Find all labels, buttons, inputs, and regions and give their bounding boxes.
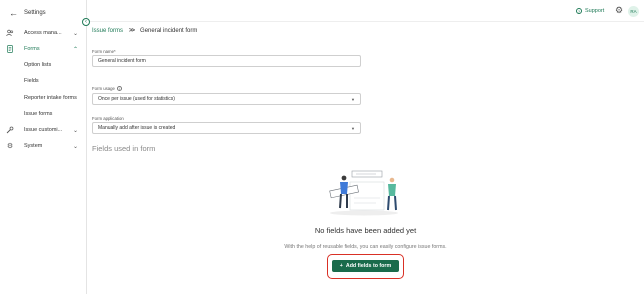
sidebar-item-issue-customization[interactable]: Issue customi... ⌄ [0,124,87,136]
breadcrumb: Issue forms >> General incident form [92,28,197,34]
form-usage-label: Form usage i [92,86,122,92]
form-application-value: Manually add after issue is created [98,125,176,131]
double-chevron-right-icon: >> [129,28,135,34]
arrow-left-icon: ← [9,7,18,18]
sidebar-subitem-issue-forms[interactable]: Issue forms [24,111,52,117]
support-link[interactable]: ? Support [576,8,604,14]
empty-state-illustration [329,170,398,216]
settings-back-link[interactable]: ← Settings [9,7,46,19]
empty-state-description: With the help of reusable fields, you ca… [284,244,447,250]
chevron-left-icon: ‹ [85,19,87,25]
add-fields-button[interactable]: + Add fields to form [332,260,399,272]
breadcrumb-current: General incident form [140,28,198,34]
sidebar-subitem-fields[interactable]: Fields [24,78,39,84]
sidebar-subitem-option-lists[interactable]: Option lists [24,62,51,68]
sidebar-item-label: Access mana... [24,30,62,36]
caret-down-icon: ▼ [351,126,355,131]
form-name-label: Form name* [92,49,116,54]
chevron-down-icon: ⌄ [73,30,79,37]
sidebar-item-forms[interactable]: Forms ⌃ [0,43,87,55]
wrench-icon [6,126,14,134]
breadcrumb-issue-forms[interactable]: Issue forms [92,28,123,34]
form-application-label: Form application [92,116,124,121]
form-usage-value: Once per issue (used for statistics) [98,96,175,102]
form-name-value: General incident form [98,58,146,64]
avatar[interactable]: RA [628,6,639,17]
form-name-input[interactable]: General incident form [92,55,361,67]
chevron-down-icon: ⌄ [73,143,79,150]
sidebar-title: Settings [24,10,46,16]
info-icon[interactable]: i [116,86,122,92]
add-fields-label: Add fields to form [345,263,392,269]
settings-gear-icon[interactable]: ⚙ [615,6,623,15]
top-bar [87,0,644,22]
sidebar-item-system[interactable]: ⚙ System ⌄ [0,140,87,152]
empty-state-title: No fields have been added yet [314,226,417,235]
caret-down-icon: ▼ [351,97,355,102]
form-usage-label-text: Form usage [92,86,115,91]
fields-section-title: Fields used in form [92,144,156,153]
sidebar-item-label: Issue customi... [24,127,63,133]
plus-icon: + [339,263,343,269]
sidebar-item-access-management[interactable]: Access mana... ⌄ [0,27,87,39]
gear-icon: ⚙ [6,143,14,150]
users-icon [6,29,14,37]
support-label: Support [585,8,605,14]
sidebar-item-label: System [24,143,43,149]
help-icon: ? [576,8,582,14]
sidebar-subitem-reporter-intake-forms[interactable]: Reporter intake forms [24,95,77,101]
collapse-sidebar-button[interactable]: ‹ [82,18,90,26]
chevron-down-icon: ⌄ [73,127,79,134]
form-application-select[interactable]: Manually add after issue is created ▼ [92,122,361,134]
sidebar-item-label: Forms [24,46,40,52]
form-usage-select[interactable]: Once per issue (used for statistics) ▼ [92,93,361,105]
document-icon [6,45,14,53]
chevron-up-icon: ⌃ [73,46,79,53]
